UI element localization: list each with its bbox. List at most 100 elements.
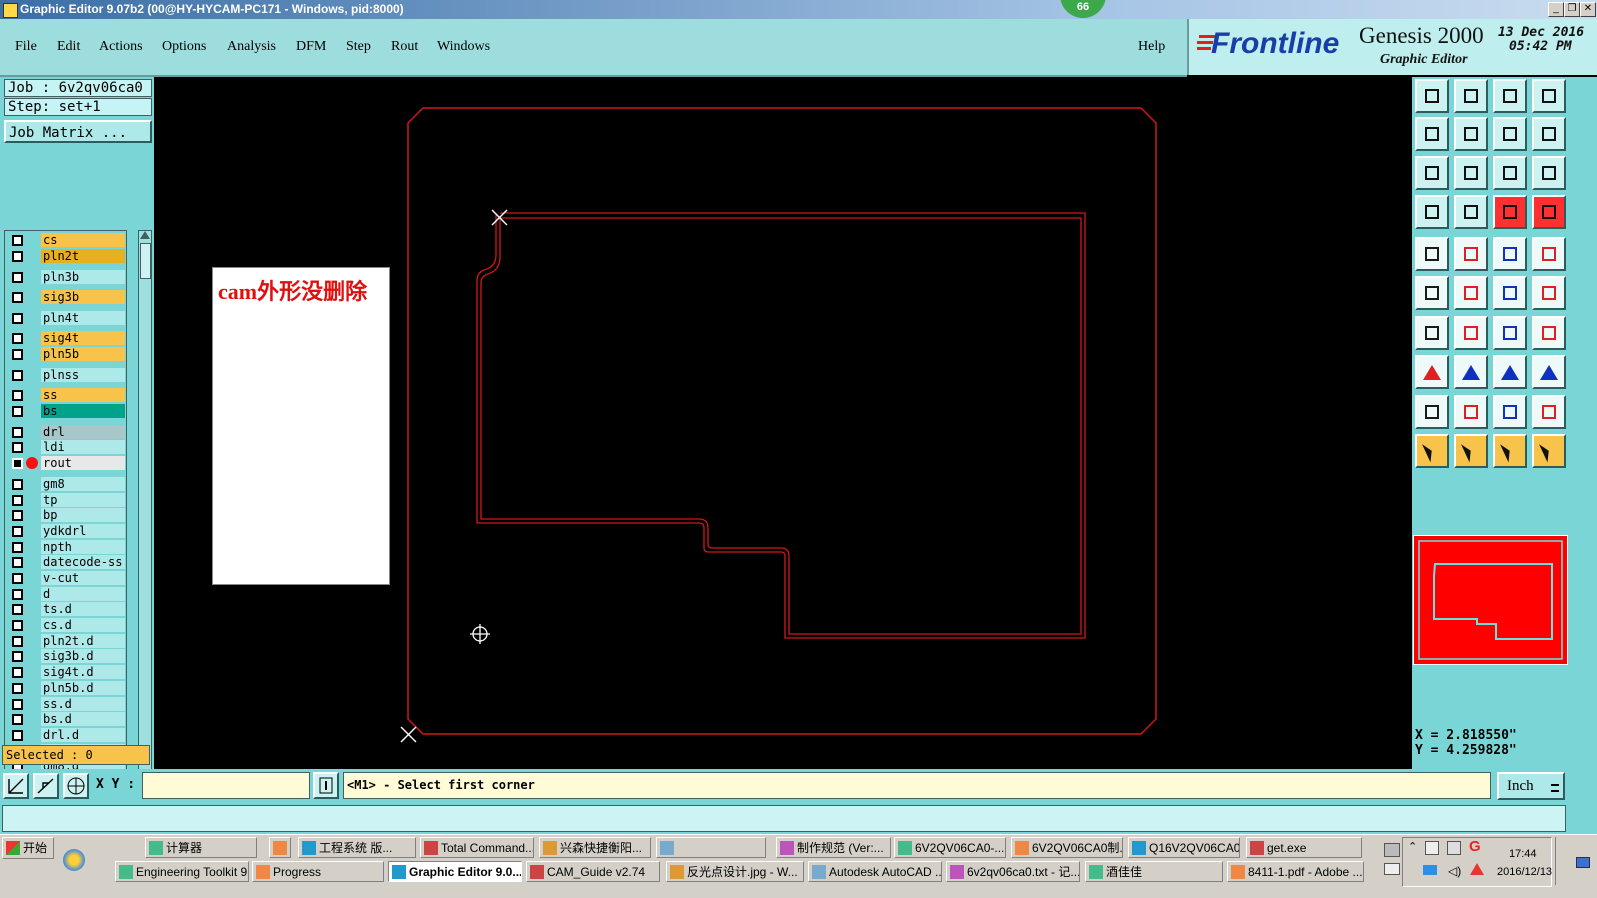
layer-name[interactable]: ss.d (41, 697, 125, 711)
layer-row-ts-d[interactable]: ts.d (5, 602, 126, 616)
tray-shield-icon[interactable] (1470, 863, 1484, 875)
angle-icon[interactable] (1415, 316, 1449, 350)
layer-name[interactable]: datecode-ss (41, 555, 125, 569)
layer-name[interactable]: pln5b.d (41, 681, 125, 695)
layer-checkbox[interactable] (12, 458, 23, 469)
connect-icon[interactable] (1415, 276, 1449, 310)
layer-name[interactable]: ts.d (41, 602, 125, 616)
scale-1-2-icon[interactable] (1493, 156, 1527, 190)
layer-checkbox[interactable] (12, 526, 23, 537)
area-a-icon[interactable] (1415, 395, 1449, 429)
menu-dfm[interactable]: DFM (296, 39, 326, 55)
layer-name[interactable]: ss (41, 388, 125, 402)
tray-app-icon[interactable] (1425, 841, 1439, 855)
keyboard-icon[interactable] (1384, 863, 1400, 875)
layout-icon[interactable] (1532, 79, 1566, 113)
layer-row-cs[interactable]: cs (5, 233, 126, 247)
layer-name[interactable]: drl (41, 425, 125, 439)
layer-checkbox[interactable] (12, 542, 23, 553)
route-pointer-icon[interactable] (1532, 434, 1566, 468)
layer-checkbox[interactable] (12, 406, 23, 417)
layer-checkbox[interactable] (12, 370, 23, 381)
rotate-icon[interactable] (1493, 316, 1527, 350)
home-icon[interactable] (1493, 79, 1527, 113)
layer-checkbox[interactable] (12, 390, 23, 401)
tray-red-app-icon[interactable]: G (1469, 838, 1481, 855)
layer-checkbox[interactable] (12, 651, 23, 662)
info-icon[interactable] (313, 772, 339, 799)
taskbar-item[interactable] (269, 837, 291, 858)
copy-icon[interactable] (1415, 355, 1449, 389)
maximize-button[interactable]: ❐ (1564, 2, 1580, 17)
layer-name[interactable]: cs.d (41, 618, 125, 632)
layer-checkbox[interactable] (12, 251, 23, 262)
menu-edit[interactable]: Edit (57, 39, 80, 55)
menu-analysis[interactable]: Analysis (227, 39, 276, 55)
layer-checkbox[interactable] (12, 730, 23, 741)
layer-name[interactable]: sig3b.d (41, 649, 125, 663)
layer-row-pln5b-d[interactable]: pln5b.d (5, 681, 126, 695)
pointer-alt-icon[interactable] (1493, 434, 1527, 468)
area-b-icon[interactable] (1454, 395, 1488, 429)
menu-rout[interactable]: Rout (391, 39, 418, 55)
layer-row-sig3b-d[interactable]: sig3b.d (5, 649, 126, 663)
layer-name[interactable]: bs.d (41, 712, 125, 726)
close-step-icon[interactable] (1415, 117, 1449, 151)
resize-icon[interactable] (1493, 355, 1527, 389)
layer-checkbox[interactable] (12, 714, 23, 725)
layer-row-sig3b[interactable]: sig3b (5, 290, 126, 304)
taskbar-item[interactable]: Engineering Toolkit 9... (115, 861, 249, 882)
start-button[interactable]: 开始 (2, 837, 54, 859)
taskbar-item[interactable]: Progress (252, 861, 384, 882)
quicklaunch-icon[interactable] (63, 849, 85, 871)
layer-checkbox[interactable] (12, 235, 23, 246)
layer-name[interactable]: npth (41, 540, 125, 554)
layer-display-icon[interactable] (1493, 195, 1527, 229)
layer-row-datecode-ss[interactable]: datecode-ss (5, 555, 126, 569)
layer-row-ss[interactable]: ss (5, 388, 126, 402)
layer-row-pln2t[interactable]: pln2t (5, 249, 126, 263)
menu-windows[interactable]: Windows (437, 39, 490, 55)
tray-left-pc-icon[interactable] (1384, 843, 1400, 857)
measure-icon[interactable] (1415, 195, 1449, 229)
minimize-button[interactable]: _ (1548, 2, 1564, 17)
close-button[interactable]: ✕ (1580, 2, 1596, 17)
layer-name[interactable]: sig4t.d (41, 665, 125, 679)
layer-row-sig4t[interactable]: sig4t (5, 331, 126, 345)
layer-row-v-cut[interactable]: v-cut (5, 571, 126, 585)
tray-network-icon[interactable] (1423, 865, 1437, 875)
layer-name[interactable]: pln4t (41, 311, 125, 325)
layer-row-rout[interactable]: rout (5, 456, 126, 470)
layer-name[interactable]: pln3b (41, 270, 125, 284)
save-job-icon[interactable] (1454, 79, 1488, 113)
layer-row-npth[interactable]: npth (5, 540, 126, 554)
taskbar-item[interactable]: 反光点设计.jpg - W... (666, 861, 804, 882)
layer-scrollbar[interactable] (138, 230, 152, 824)
rout-profile-outer[interactable] (476, 212, 1086, 639)
layer-checkbox[interactable] (12, 442, 23, 453)
layer-name[interactable]: bs (41, 404, 125, 418)
arrange-icon[interactable] (1532, 355, 1566, 389)
job-matrix-button[interactable]: Job Matrix ... (4, 120, 152, 143)
taskbar-item[interactable]: 6v2qv06ca0.txt - 记... (946, 861, 1080, 882)
layer-name[interactable]: v-cut (41, 571, 125, 585)
taskbar-item[interactable]: 兴森快捷衡阳... (539, 837, 651, 858)
menu-file[interactable]: File (15, 39, 37, 55)
taskbar-item[interactable]: get.exe (1246, 837, 1362, 858)
arc-add-icon[interactable] (1532, 276, 1566, 310)
layer-checkbox[interactable] (12, 636, 23, 647)
layer-checkbox[interactable] (12, 333, 23, 344)
layer-checkbox[interactable] (12, 427, 23, 438)
layer-name[interactable]: ldi (41, 440, 125, 454)
layer-checkbox[interactable] (12, 604, 23, 615)
pointer-icon[interactable] (1415, 434, 1449, 468)
layer-row-sig4t-d[interactable]: sig4t.d (5, 665, 126, 679)
swap-icon[interactable] (1532, 117, 1566, 151)
menu-help[interactable]: Help (1138, 39, 1165, 55)
taskbar-item[interactable]: CAM_Guide v2.74 (526, 861, 660, 882)
layer-row-plnss[interactable]: plnss (5, 368, 126, 382)
layer-checkbox[interactable] (12, 510, 23, 521)
line-mid-icon[interactable] (1454, 355, 1488, 389)
layer-name[interactable]: rout (41, 456, 125, 470)
layer-row-d[interactable]: d (5, 587, 126, 601)
